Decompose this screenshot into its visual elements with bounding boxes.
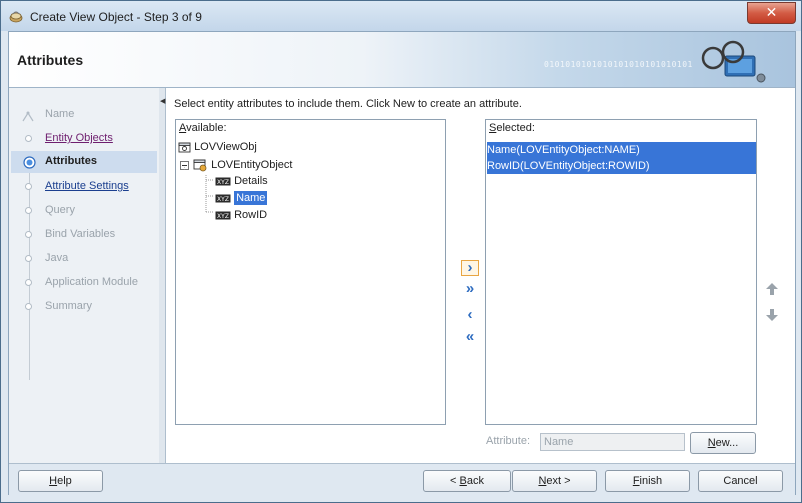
step-entity-objects[interactable]: Entity Objects <box>9 128 159 150</box>
close-button[interactable]: ✕ <box>747 2 796 24</box>
available-label: Available: <box>179 122 227 134</box>
svg-text:XYZ: XYZ <box>217 213 229 220</box>
step-label: Bind Variables <box>45 228 116 240</box>
step-node <box>25 303 32 310</box>
panel-splitter[interactable]: ◀ <box>159 88 166 463</box>
step-node <box>25 207 32 214</box>
step-node <box>25 279 32 286</box>
wizard-steps: Name Entity Objects Attributes Attribute… <box>9 88 160 463</box>
wizard-header: Attributes 0101010101010101010101010101 <box>9 32 795 88</box>
create-view-object-dialog: Create View Object - Step 3 of 9 ✕ Attri… <box>0 0 802 503</box>
selected-item[interactable]: Name(LOVEntityObject:NAME) <box>487 142 756 158</box>
attribute-icon: XYZ <box>215 211 231 220</box>
attribute-icon: XYZ <box>215 194 231 203</box>
move-all-left-icon: « <box>465 328 475 345</box>
tree-label: Details <box>234 175 268 187</box>
step-summary: Summary <box>9 296 159 318</box>
title-bar[interactable]: Create View Object - Step 3 of 9 ✕ <box>1 1 801 31</box>
wizard-header-icon <box>701 40 766 83</box>
view-object-icon <box>178 142 191 153</box>
tree-node-attribute[interactable]: XYZ RowID <box>215 209 267 221</box>
step-node <box>25 135 32 142</box>
tree-node-attribute-selected[interactable]: XYZ Name <box>215 191 268 205</box>
step-label: Name <box>45 108 75 120</box>
next-button[interactable]: Next > <box>512 470 597 492</box>
tree-node-attribute[interactable]: XYZ Details <box>215 175 268 187</box>
step-label: Application Module <box>45 276 138 288</box>
window-title: Create View Object - Step 3 of 9 <box>30 10 202 24</box>
step-attribute-settings[interactable]: Attribute Settings <box>9 176 159 198</box>
help-button[interactable]: Help <box>18 470 103 492</box>
tree-node-view-object[interactable]: LOVViewObj <box>178 141 257 153</box>
available-list[interactable]: Available: LOVViewObj LOVEntityObject XY… <box>175 119 446 425</box>
step-label: Java <box>45 252 69 264</box>
close-icon: ✕ <box>765 4 778 20</box>
page-title: Attributes <box>17 52 84 68</box>
step-start-icon <box>22 111 34 122</box>
step-label: Attributes <box>45 155 97 167</box>
step-node <box>25 183 32 190</box>
move-all-left-button[interactable]: « <box>461 329 479 345</box>
new-attribute-button[interactable]: New... <box>690 432 756 454</box>
current-step-icon <box>23 156 36 169</box>
move-right-icon: › <box>467 259 473 276</box>
move-right-button[interactable]: › <box>461 260 479 276</box>
step-node <box>25 255 32 262</box>
tree-label: LOVViewObj <box>194 141 257 153</box>
selected-label: Selected: <box>489 122 535 134</box>
instruction-text: Select entity attributes to include them… <box>174 98 522 110</box>
selected-list[interactable]: Selected: Name(LOVEntityObject:NAME) Row… <box>485 119 757 425</box>
step-label: Attribute Settings <box>45 180 129 192</box>
attribute-icon: XYZ <box>215 177 231 186</box>
svg-text:XYZ: XYZ <box>217 179 229 186</box>
step-application-module: Application Module <box>9 272 159 294</box>
move-up-icon[interactable] <box>765 282 779 296</box>
move-left-button[interactable]: ‹ <box>461 307 479 323</box>
binary-decoration: 0101010101010101010101010101 <box>544 60 693 69</box>
step-label: Entity Objects <box>45 132 113 144</box>
step-java: Java <box>9 248 159 270</box>
tree-connectors <box>184 167 214 213</box>
move-down-icon[interactable] <box>765 308 779 322</box>
finish-button[interactable]: Finish <box>605 470 690 492</box>
move-all-right-button[interactable]: » <box>461 281 479 297</box>
move-left-icon: ‹ <box>467 306 473 323</box>
step-name: Name <box>9 104 159 126</box>
back-button[interactable]: < Back <box>423 470 511 492</box>
wizard-frame: Attributes 0101010101010101010101010101 … <box>8 31 796 495</box>
wizard-footer: Help < Back Next > Finish Cancel <box>9 463 795 495</box>
collapse-arrow-icon[interactable]: ◀ <box>160 97 165 105</box>
step-node <box>25 231 32 238</box>
step-bind-variables: Bind Variables <box>9 224 159 246</box>
tree-label: RowID <box>234 209 268 221</box>
move-all-right-icon: » <box>465 280 475 297</box>
svg-text:XYZ: XYZ <box>217 196 229 203</box>
tree-label: Name <box>234 191 268 205</box>
attribute-field: Name <box>540 433 685 451</box>
step-label: Query <box>45 204 75 216</box>
step-attributes[interactable]: Attributes <box>11 151 157 173</box>
selected-item[interactable]: RowID(LOVEntityObject:ROWID) <box>487 158 756 174</box>
app-icon <box>9 11 23 23</box>
content-area: Select entity attributes to include them… <box>166 88 794 463</box>
tree-label: LOVEntityObject <box>211 158 293 171</box>
cancel-button[interactable]: Cancel <box>698 470 783 492</box>
step-label: Summary <box>45 300 93 312</box>
step-query: Query <box>9 200 159 222</box>
attribute-label: Attribute: <box>486 435 531 447</box>
